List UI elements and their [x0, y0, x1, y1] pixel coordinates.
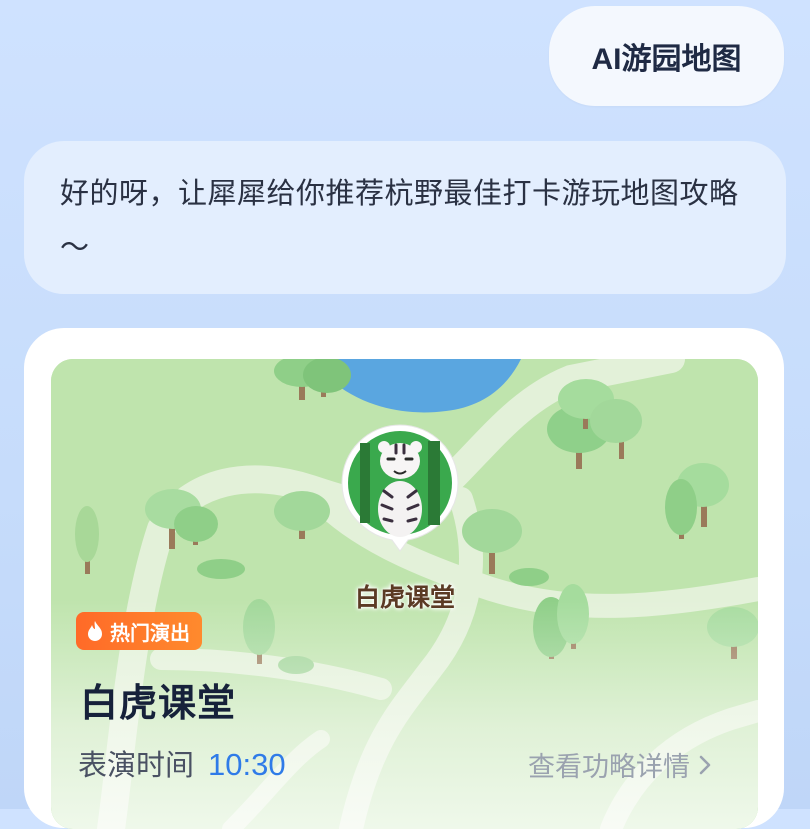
view-guide-details-label: 查看功略详情	[528, 752, 690, 782]
hot-show-badge-label: 热门演出	[110, 622, 190, 645]
fire-icon	[88, 621, 102, 641]
hot-show-badge: 热门演出	[76, 612, 202, 650]
user-message-bubble: AI游园地图	[549, 6, 784, 106]
show-time-row: 表演时间 10:30	[78, 742, 286, 784]
map-marker-white-tiger[interactable]	[336, 421, 464, 563]
marker-label: 白虎课堂	[354, 584, 455, 612]
tiger-icon	[341, 424, 459, 552]
show-title: 白虎课堂	[80, 683, 237, 725]
assistant-message-bubble: 好的呀，让犀犀给你推荐杭野最佳打卡游玩地图攻略～	[24, 141, 786, 294]
view-guide-details-link[interactable]: 查看功略详情	[528, 745, 712, 784]
show-time-label: 表演时间	[78, 750, 195, 782]
assistant-message-text: 好的呀，让犀犀给你推荐杭野最佳打卡游玩地图攻略～	[60, 178, 739, 264]
show-time-value: 10:30	[208, 747, 286, 782]
chevron-right-icon	[699, 755, 711, 774]
user-message-text: AI游园地图	[591, 43, 742, 76]
